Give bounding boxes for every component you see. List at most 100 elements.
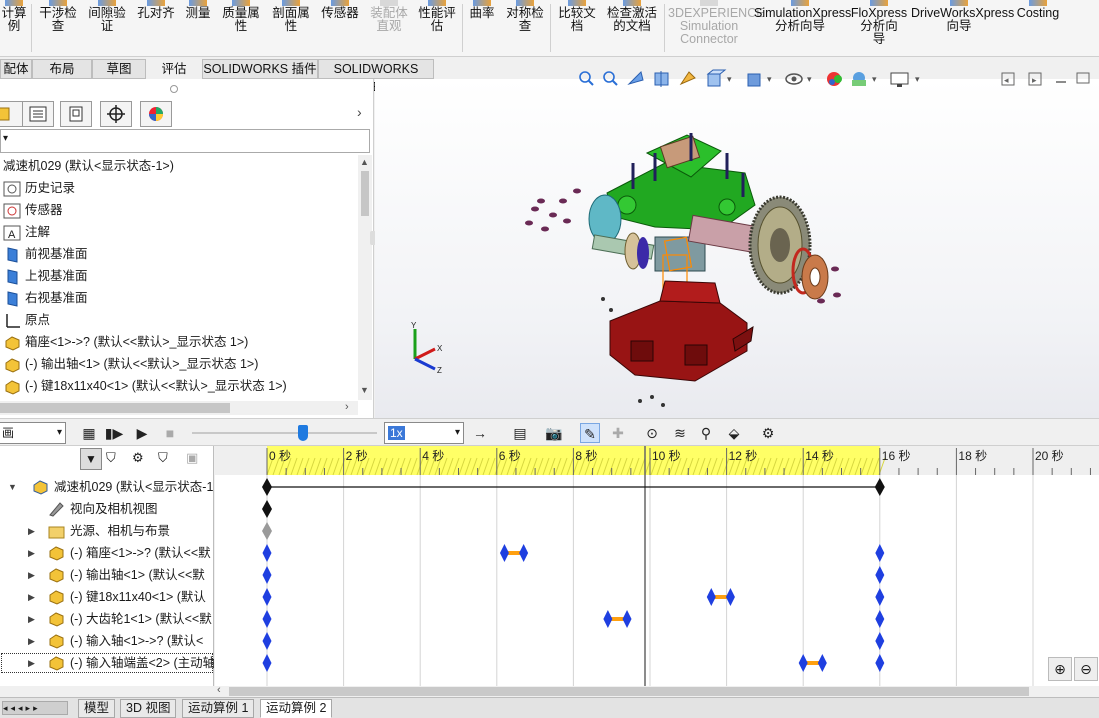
ribbon-button-7[interactable]: 传感器 xyxy=(317,0,363,57)
tree-item[interactable]: 历史记录 xyxy=(3,177,75,199)
timeline-key-point[interactable] xyxy=(603,610,613,628)
tab-4[interactable]: SOLIDWORKS 插件 xyxy=(202,59,318,79)
document-tab-2[interactable]: 运动算例 1 xyxy=(182,699,255,718)
panel-expand-arrow-icon[interactable]: › xyxy=(357,104,362,120)
timeline-key-point[interactable] xyxy=(262,478,272,496)
timeline-key-point[interactable] xyxy=(875,632,885,650)
timeline-key-point[interactable] xyxy=(519,544,529,562)
timeline-key-point[interactable] xyxy=(875,588,885,606)
window-maximize-icon[interactable] xyxy=(1076,72,1090,84)
window-restore-right-icon[interactable]: ▸ xyxy=(1028,72,1042,86)
timeline-key-point[interactable] xyxy=(499,544,509,562)
ribbon-button-15[interactable]: SimulationXpress 分析向导 xyxy=(754,0,851,57)
tab-scroll-buttons[interactable]: ◂◂◂▸▸ xyxy=(2,701,68,715)
ribbon-button-8[interactable]: 装配体 直观 xyxy=(366,0,412,57)
study-type-select[interactable]: 画 ▾ xyxy=(0,422,66,444)
timeline-key-point[interactable] xyxy=(875,566,885,584)
ribbon-button-12[interactable]: 比较文档 xyxy=(554,0,600,57)
timeline-key-point[interactable] xyxy=(875,610,885,628)
spring-icon[interactable]: ≋ xyxy=(670,423,690,443)
timeline-key-point[interactable] xyxy=(262,632,272,650)
edit-appearance-icon[interactable] xyxy=(827,72,842,86)
tree-item[interactable]: A 注解 xyxy=(3,221,50,243)
tree-item[interactable]: 上视基准面 xyxy=(3,265,88,287)
ribbon-button-16[interactable]: FloXpress 分析向导 xyxy=(850,0,908,57)
contact-icon[interactable]: ⚲ xyxy=(696,423,716,443)
configuration-manager-tab-button[interactable] xyxy=(60,101,92,127)
dimxpert-tab-button[interactable] xyxy=(100,101,132,127)
motion-tree-row[interactable]: ▶ (-) 键18x11x40<1> (默认 xyxy=(0,586,214,608)
chevron-right-icon[interactable]: ▶ xyxy=(28,520,35,542)
apply-scene-icon[interactable] xyxy=(852,72,866,86)
view-orientation-icon[interactable] xyxy=(706,69,727,87)
playback-speed-select[interactable]: 1x ▾ xyxy=(384,422,464,444)
tree-root[interactable]: 减速机029 (默认<显示状态-1>) xyxy=(3,155,174,177)
chevron-right-icon[interactable]: ▶ xyxy=(28,542,35,564)
timeline-key-point[interactable] xyxy=(875,654,885,672)
tree-filter-input[interactable]: ▾ xyxy=(0,129,370,153)
ribbon-button-1[interactable]: 干涉检查 xyxy=(34,0,82,57)
motion-tree-row[interactable]: ▶ (-) 输入轴<1>->? (默认< xyxy=(0,630,214,652)
play-icon[interactable]: ▶ xyxy=(132,423,152,443)
motion-timeline[interactable]: 0 秒 2 秒 4 秒 6 秒 8 秒 10 秒 12 秒 14 秒 16 秒 18 秒 20 秒 xyxy=(215,446,1099,686)
input-end-cap-part[interactable] xyxy=(588,194,622,244)
calculate-icon[interactable]: ▦ xyxy=(79,423,99,443)
graphics-viewport[interactable]: ▾ ▾ ▾ ▾ ▾ ◂ ▸ Y X Z xyxy=(375,69,1099,418)
play-from-start-icon[interactable]: ▮▶ xyxy=(104,423,124,443)
timeline-key-point[interactable] xyxy=(817,654,827,672)
tree-vertical-scrollbar[interactable]: ▲ ▼ xyxy=(358,155,372,400)
tree-item[interactable]: 右视基准面 xyxy=(3,287,88,309)
stop-icon[interactable]: ■ xyxy=(160,423,180,443)
timeline-key-point[interactable] xyxy=(874,478,885,496)
tab-0[interactable]: 配体 xyxy=(0,59,32,79)
chevron-right-icon[interactable]: ▶ xyxy=(28,564,35,586)
motor-icon[interactable]: ⊙ xyxy=(642,423,662,443)
motion-tree-row[interactable]: ▶ (-) 输入轴端盖<2> (主动轴 xyxy=(0,652,214,674)
dynamic-annotation-icon[interactable] xyxy=(679,71,696,86)
timeline-key-point[interactable] xyxy=(262,654,272,672)
document-tab-1[interactable]: 3D 视图 xyxy=(120,699,177,718)
feature-manager-tab-button[interactable] xyxy=(0,101,24,127)
property-manager-tab-button[interactable] xyxy=(22,101,54,127)
timeline-key-point[interactable] xyxy=(262,500,272,518)
chevron-down-icon[interactable]: ▼ xyxy=(8,476,17,498)
save-animation-icon[interactable]: ▤ xyxy=(510,423,530,443)
zoom-to-fit-icon[interactable] xyxy=(579,71,594,86)
tree-item[interactable]: 前视基准面 xyxy=(3,243,88,265)
motion-study-properties-icon[interactable]: ⚙ xyxy=(758,423,778,443)
timeline-key-point[interactable] xyxy=(262,522,272,540)
timeline-key-point[interactable] xyxy=(622,610,632,628)
tree-item[interactable]: 传感器 xyxy=(3,199,63,221)
filter-results-icon[interactable]: ⛉ xyxy=(158,450,168,466)
ribbon-button-4[interactable]: 测量 xyxy=(182,0,214,57)
timeline-key-point[interactable] xyxy=(262,610,272,628)
timeline-key-point[interactable] xyxy=(798,654,808,672)
document-tab-0[interactable]: 模型 xyxy=(78,699,116,718)
exploded-gearbox-model[interactable] xyxy=(515,105,855,415)
ribbon-button-10[interactable]: 曲率 xyxy=(466,0,498,57)
ribbon-button-0[interactable]: 计算例 xyxy=(0,0,28,57)
motion-tree-row[interactable]: 视向及相机视图 xyxy=(0,498,214,520)
ribbon-button-2[interactable]: 间隙验证 xyxy=(84,0,130,57)
timeline-key-point[interactable] xyxy=(875,544,885,562)
tree-item[interactable]: 箱座<1>->? (默认<<默认>_显示状态 1>) xyxy=(3,331,248,353)
timeline-zoom-out-icon[interactable]: ⊖ xyxy=(1074,657,1098,681)
autokey-icon[interactable]: ✎ xyxy=(580,423,600,443)
ribbon-button-3[interactable]: 孔对齐 xyxy=(133,0,179,57)
input-shaft-part[interactable] xyxy=(591,232,655,270)
display-style-icon[interactable] xyxy=(747,73,761,87)
tab-5[interactable]: SOLIDWORKS MBD xyxy=(318,59,434,94)
window-restore-left-icon[interactable]: ◂ xyxy=(1001,72,1015,86)
tab-1[interactable]: 布局 xyxy=(32,59,92,79)
animation-wizard-icon[interactable]: 📷 xyxy=(544,423,564,443)
tab-2[interactable]: 草图 xyxy=(92,59,146,79)
timeline-key-point[interactable] xyxy=(725,588,735,606)
ribbon-button-9[interactable]: 性能评估 xyxy=(414,0,460,57)
view-settings-icon[interactable] xyxy=(890,72,909,87)
ribbon-button-11[interactable]: 对称检查 xyxy=(502,0,548,57)
tree-item[interactable]: 原点 xyxy=(3,309,50,331)
ribbon-button-5[interactable]: 质量属性 xyxy=(218,0,264,57)
motion-tree-row[interactable]: ▼ 减速机029 (默认<显示状态-1 xyxy=(0,476,214,498)
motion-tree-row[interactable]: ▶ 光源、相机与布景 xyxy=(0,520,214,542)
timeline-zoom-in-icon[interactable]: ⊕ xyxy=(1048,657,1072,681)
